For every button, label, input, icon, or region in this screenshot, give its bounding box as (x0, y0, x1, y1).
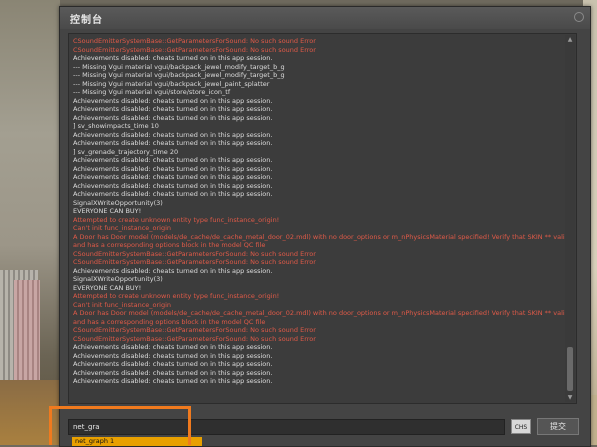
console-line: --- Missing Vgui material vgui/store/sto… (73, 88, 231, 96)
console-line: CSoundEmitterSystemBase::GetParametersFo… (73, 37, 316, 45)
console-line: CSoundEmitterSystemBase::GetParametersFo… (73, 45, 316, 54)
submit-button[interactable]: 提交 (537, 418, 579, 435)
console-line: CSoundEmitterSystemBase::GetParametersFo… (73, 326, 316, 334)
annotation-highlight-box (49, 406, 191, 445)
console-line: Achievements disabled: cheats turned on … (73, 190, 273, 198)
console-title: 控制台 (70, 15, 103, 26)
console-line: ] sv_grenade_trajectory_time 20 (73, 147, 179, 156)
ime-indicator: CHS (511, 419, 531, 434)
console-output[interactable]: CSoundEmitterSystemBase::GetParametersFo… (68, 33, 577, 404)
console-line: Achievements disabled: cheats turned on … (73, 360, 273, 368)
console-line: Achievements disabled: cheats turned on … (73, 54, 273, 62)
console-line: Achievements disabled: cheats turned on … (73, 96, 273, 105)
console-line: Achievements disabled: cheats turned on … (73, 377, 273, 385)
console-line: EVERYONE CAN BUY! (73, 283, 142, 292)
scroll-down-arrow-icon[interactable]: ▼ (565, 393, 575, 402)
console-line: Achievements disabled: cheats turned on … (73, 351, 273, 360)
console-line: A Door has Door model (models/de_cache/d… (73, 309, 571, 317)
console-line: CSoundEmitterSystemBase::GetParametersFo… (73, 334, 316, 343)
console-titlebar[interactable]: 控制台 (60, 7, 590, 29)
console-line: Achievements disabled: cheats turned on … (73, 164, 273, 173)
scroll-up-arrow-icon[interactable]: ▲ (565, 35, 575, 44)
console-line: Attempted to create unknown entity type … (73, 215, 280, 224)
scrollbar-thumb[interactable] (567, 347, 573, 391)
console-line: Achievements disabled: cheats turned on … (73, 173, 273, 181)
console-line: Achievements disabled: cheats turned on … (73, 181, 273, 190)
console-line: --- Missing Vgui material vgui/backpack_… (73, 79, 270, 88)
console-line: ] sv_showimpacts_time 10 (73, 122, 159, 130)
console-line: Attempted to create unknown entity type … (73, 292, 280, 300)
console-line: Achievements disabled: cheats turned on … (73, 139, 273, 147)
console-line: Can't init func_instance_origin (73, 300, 172, 309)
console-line: SignalXWriteOpportunity(3) (73, 275, 163, 283)
console-line: EVERYONE CAN BUY! (73, 207, 142, 215)
console-line: A Door has Door model (models/de_cache/d… (73, 232, 571, 241)
console-line: Achievements disabled: cheats turned on … (73, 113, 273, 122)
console-line: Achievements disabled: cheats turned on … (73, 105, 273, 113)
console-lines: CSoundEmitterSystemBase::GetParametersFo… (73, 37, 571, 386)
console-line: Achievements disabled: cheats turned on … (73, 156, 273, 164)
console-line: --- Missing Vgui material vgui/backpack_… (73, 62, 285, 71)
console-line: CSoundEmitterSystemBase::GetParametersFo… (73, 249, 316, 258)
console-line: and has a corresponding options block in… (73, 241, 266, 249)
console-window: 控制台 CSoundEmitterSystemBase::GetParamete… (59, 6, 591, 447)
console-line: Achievements disabled: cheats turned on … (73, 368, 273, 377)
console-line: Achievements disabled: cheats turned on … (73, 343, 273, 351)
console-line: and has a corresponding options block in… (73, 317, 266, 326)
scrollbar[interactable]: ▲ ▼ (565, 35, 575, 402)
console-line: --- Missing Vgui material vgui/backpack_… (73, 71, 285, 79)
close-circle-icon[interactable] (574, 12, 584, 22)
background-pink-panel (14, 280, 40, 390)
console-line: Can't init func_instance_origin (73, 224, 172, 232)
console-line: Achievements disabled: cheats turned on … (73, 130, 273, 139)
console-line: SignalXWriteOpportunity(3) (73, 198, 163, 207)
console-line: Achievements disabled: cheats turned on … (73, 266, 273, 275)
console-line: CSoundEmitterSystemBase::GetParametersFo… (73, 258, 316, 266)
